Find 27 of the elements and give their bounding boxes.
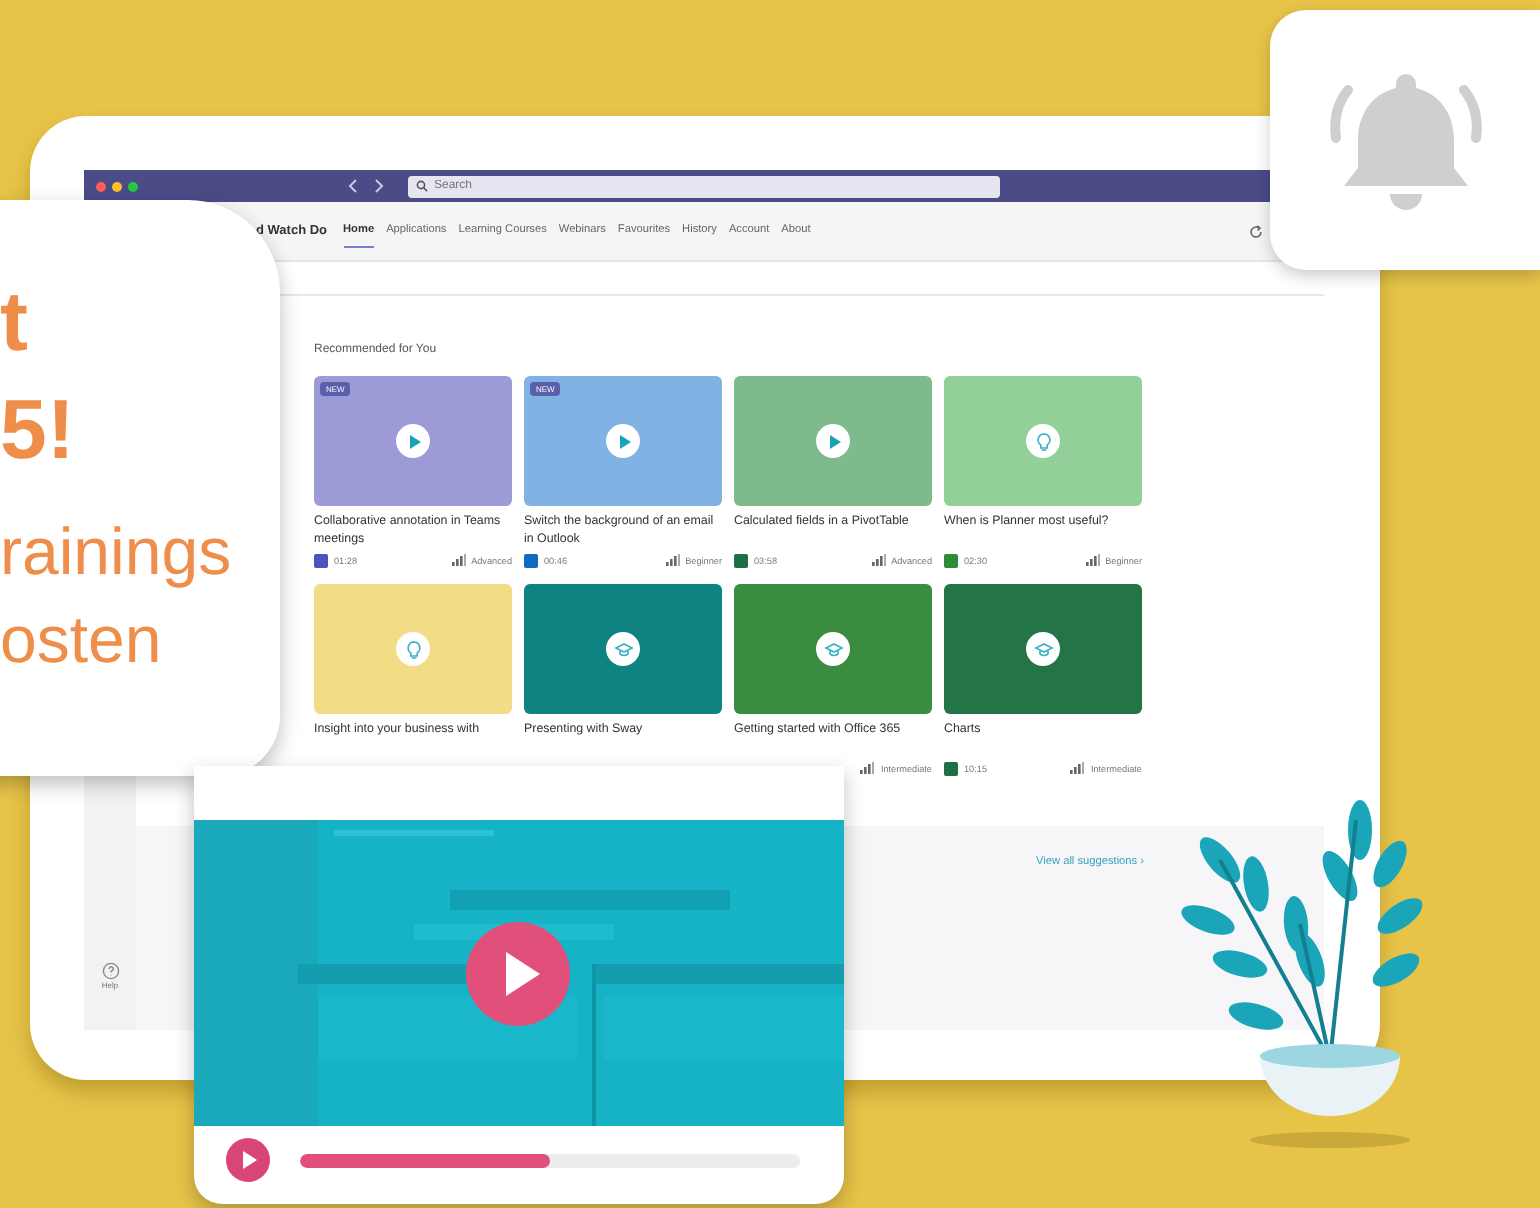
help-icon[interactable] bbox=[101, 962, 119, 980]
thumbnail[interactable] bbox=[734, 376, 932, 506]
headline-text: rainings bbox=[0, 512, 232, 592]
thumbnail[interactable] bbox=[944, 376, 1142, 506]
graduation-cap-icon bbox=[1033, 639, 1053, 659]
level-bars-icon bbox=[871, 554, 886, 566]
graduation-cap-icon bbox=[823, 639, 843, 659]
thumbnail[interactable] bbox=[944, 584, 1142, 714]
thumbnail[interactable] bbox=[314, 584, 512, 714]
level-bars-icon bbox=[665, 554, 680, 566]
back-forward-icon[interactable] bbox=[348, 178, 384, 194]
level-bars-icon bbox=[451, 554, 466, 566]
lightbulb-icon bbox=[403, 639, 423, 659]
level-bars-icon bbox=[860, 762, 875, 774]
play-button[interactable] bbox=[466, 922, 570, 1026]
headline-text: 5! bbox=[0, 380, 75, 480]
headline-text: t bbox=[0, 272, 28, 372]
progress-bar[interactable] bbox=[300, 1153, 800, 1167]
refresh-icon[interactable] bbox=[1248, 223, 1264, 239]
thumbnail[interactable] bbox=[524, 584, 722, 714]
lightbulb-icon bbox=[1033, 431, 1053, 451]
play-button[interactable] bbox=[226, 1138, 270, 1182]
headline-text: osten bbox=[0, 600, 162, 680]
thumbnail[interactable] bbox=[734, 584, 932, 714]
level-bars-icon bbox=[1085, 554, 1100, 566]
level-bars-icon bbox=[1070, 762, 1085, 774]
graduation-cap-icon bbox=[613, 639, 633, 659]
